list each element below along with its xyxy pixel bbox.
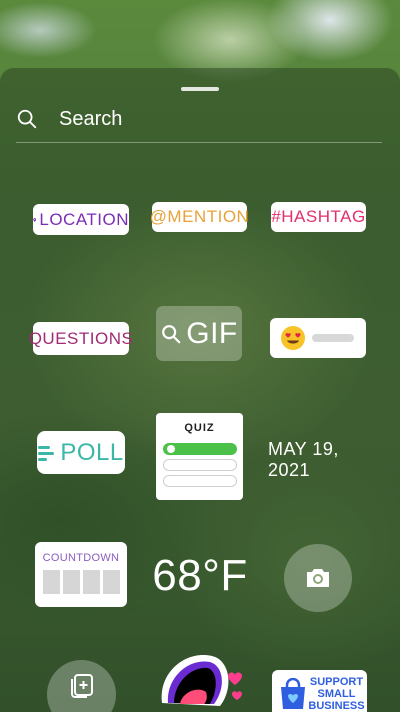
add-photo-icon bbox=[70, 673, 93, 698]
hashtag-sticker[interactable]: #HASHTAG bbox=[271, 202, 366, 232]
mouth-sticker-icon bbox=[161, 655, 242, 706]
small-line: SMALL bbox=[317, 688, 356, 700]
temperature-sticker[interactable]: 68°F bbox=[150, 544, 250, 608]
location-label: LOCATION bbox=[39, 209, 129, 229]
countdown-box bbox=[82, 570, 100, 594]
temperature-label: 68°F bbox=[152, 551, 248, 600]
countdown-box bbox=[102, 570, 120, 594]
emoji-slider-sticker[interactable] bbox=[270, 318, 366, 358]
date-label: MAY 19, 2021 bbox=[268, 439, 339, 480]
quiz-title: QUIZ bbox=[184, 422, 215, 434]
gif-label: GIF bbox=[186, 316, 238, 350]
mention-label: @MENTION bbox=[149, 207, 250, 226]
search-input[interactable] bbox=[59, 107, 359, 131]
poll-sticker[interactable]: POLL bbox=[37, 431, 125, 474]
location-sticker[interactable]: LOCATION bbox=[33, 204, 129, 235]
gif-search-icon bbox=[162, 324, 181, 343]
business-line: BUSINESS bbox=[308, 700, 365, 712]
search-bar bbox=[16, 104, 382, 134]
questions-sticker[interactable]: QUESTIONS bbox=[29, 322, 133, 355]
sticker-tray bbox=[0, 68, 400, 712]
countdown-label: COUNTDOWN bbox=[42, 552, 120, 564]
camera-icon bbox=[307, 569, 329, 587]
support-line: SUPPORT bbox=[309, 676, 364, 688]
poll-label: POLL bbox=[60, 438, 124, 466]
countdown-box bbox=[62, 570, 80, 594]
quiz-option-correct bbox=[162, 443, 237, 455]
quiz-sticker[interactable]: QUIZ bbox=[156, 413, 243, 500]
mouth-sticker[interactable] bbox=[150, 648, 250, 712]
countdown-box bbox=[42, 570, 60, 594]
poll-lines-icon bbox=[38, 445, 55, 461]
support-small-business-label: SUPPORT SMALL BUSINESS bbox=[308, 676, 366, 712]
hashtag-label: #HASHTAG bbox=[271, 207, 366, 226]
drag-handle[interactable] bbox=[181, 87, 219, 91]
search-icon bbox=[17, 109, 37, 129]
location-pin-icon bbox=[33, 217, 37, 222]
questions-label: QUESTIONS bbox=[28, 328, 134, 348]
support-small-business-sticker[interactable]: SUPPORT SMALL BUSINESS bbox=[272, 670, 367, 712]
countdown-boxes bbox=[41, 570, 121, 594]
search-divider bbox=[16, 142, 382, 143]
countdown-sticker[interactable]: COUNTDOWN bbox=[35, 542, 127, 607]
mention-sticker[interactable]: @MENTION bbox=[149, 202, 250, 232]
quiz-option bbox=[162, 475, 237, 487]
camera-sticker[interactable] bbox=[284, 544, 352, 612]
gif-sticker[interactable]: GIF bbox=[156, 306, 242, 361]
heart-eyes-emoji-icon bbox=[281, 326, 305, 350]
date-sticker[interactable]: MAY 19, 2021 bbox=[268, 439, 370, 480]
slider-track bbox=[312, 334, 354, 342]
shopping-bag-heart-icon bbox=[280, 678, 305, 709]
quiz-option bbox=[162, 459, 237, 471]
check-icon bbox=[166, 445, 175, 453]
